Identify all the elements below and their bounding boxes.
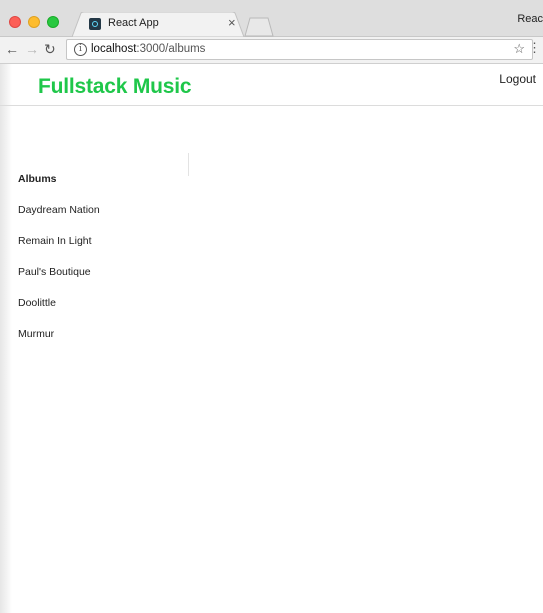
url-path: :3000/albums (136, 43, 206, 55)
new-tab-button[interactable] (244, 17, 274, 37)
address-bar[interactable]: i localhost:3000/albums ☆ (66, 39, 533, 60)
react-favicon-icon (89, 18, 101, 30)
vertical-dots-icon[interactable]: ⋮ (528, 41, 541, 55)
arrow-right-icon[interactable]: → (25, 40, 39, 58)
browser-toolbar: ← → ↻ i localhost:3000/albums ☆ ⋮ (0, 37, 543, 64)
app-header: Fullstack Music Logout (0, 64, 543, 106)
browser-tab[interactable]: React App × (72, 12, 244, 37)
url-host: localhost (91, 43, 137, 55)
album-link-pauls-boutique[interactable]: Paul's Boutique (18, 264, 100, 295)
tab-strip: React App × Reac (0, 0, 543, 37)
info-icon[interactable]: i (74, 43, 87, 56)
star-icon[interactable]: ☆ (513, 41, 525, 57)
brand-logo[interactable]: Fullstack Music (38, 75, 192, 99)
maximize-window-button[interactable] (47, 16, 59, 28)
album-link-remain-in-light[interactable]: Remain In Light (18, 233, 100, 264)
albums-sidebar: Albums Daydream Nation Remain In Light P… (18, 171, 100, 357)
arrow-left-icon[interactable]: ← (5, 40, 19, 58)
minimize-window-button[interactable] (28, 16, 40, 28)
close-window-button[interactable] (9, 16, 21, 28)
url-text[interactable]: localhost:3000/albums (91, 43, 205, 55)
page-content: Fullstack Music Logout Albums Daydream N… (0, 64, 543, 613)
tab-close-icon[interactable]: × (228, 15, 236, 30)
album-link-daydream-nation[interactable]: Daydream Nation (18, 202, 100, 233)
reload-icon[interactable]: ↻ (44, 40, 56, 58)
tab-title: React App (108, 17, 159, 29)
column-divider (188, 153, 189, 176)
sidebar-title: Albums (18, 173, 57, 185)
album-link-murmur[interactable]: Murmur (18, 326, 100, 357)
logout-button[interactable]: Logout (499, 72, 536, 86)
browser-window: React App × Reac ← → ↻ i localhost:3000/… (0, 0, 543, 613)
profile-label: Reac (517, 13, 543, 25)
album-link-doolittle[interactable]: Doolittle (18, 295, 100, 326)
